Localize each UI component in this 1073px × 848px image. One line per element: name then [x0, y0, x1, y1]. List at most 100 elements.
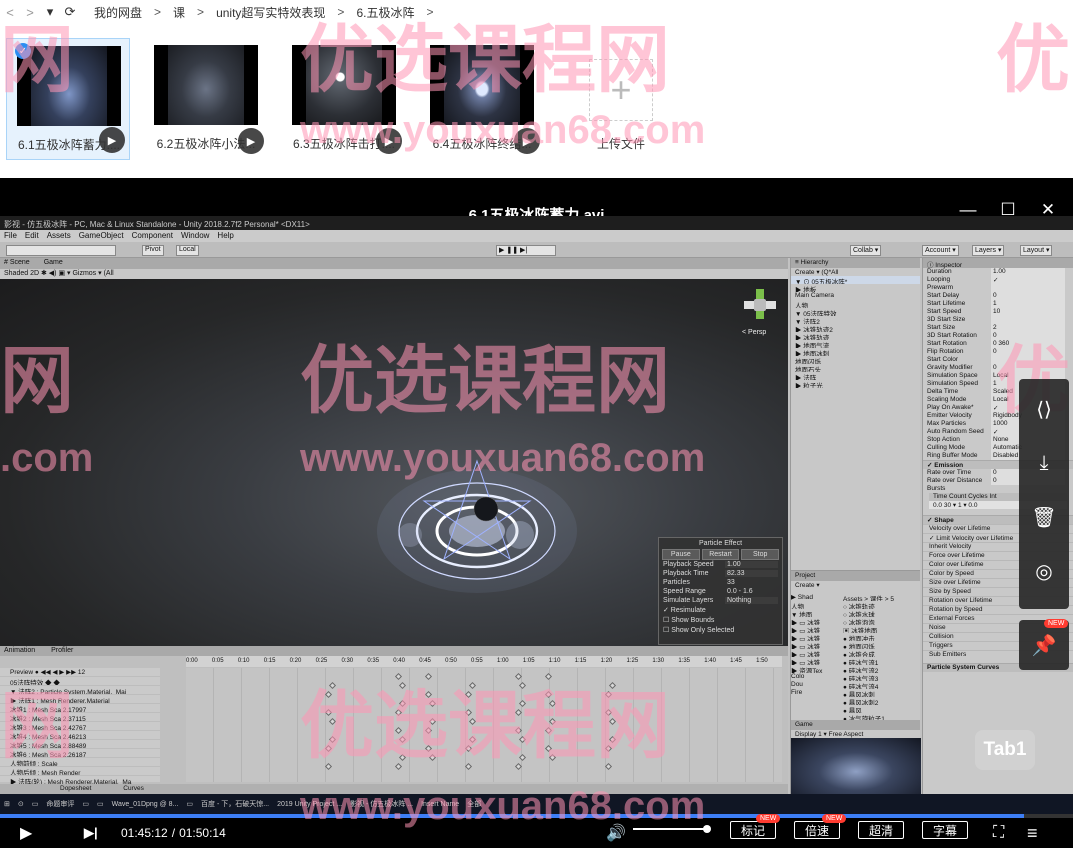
play-controls: ▶ ❚❚ ▶| — [496, 245, 556, 256]
breadcrumb-current-folder[interactable]: 6.五极冰阵 — [356, 4, 414, 21]
inspector-row: 3D Start Rotation 0 — [923, 332, 1073, 340]
playlist-icon[interactable]: ≡ — [1027, 818, 1038, 848]
inspector-row: Duration 1.00 — [923, 268, 1073, 276]
project-asset: ○ 冰锥水球 — [843, 612, 875, 617]
breadcrumb-my-drive[interactable]: 我的网盘 — [94, 4, 142, 21]
pe-key: Simulate Layers — [663, 597, 714, 604]
side-action-bar: ⟨⟩ ⤓ 🗑 ◎ — [1019, 379, 1069, 609]
pivot-toggle: Pivot — [142, 245, 164, 256]
ruler-tick-label: 0:15 — [263, 658, 276, 664]
keyframe-marker — [518, 699, 527, 708]
file-item-6-3[interactable]: ▶ 6.3五极冰阵击打.... — [282, 38, 406, 160]
keyframe-marker — [464, 690, 473, 699]
history-dropdown-icon[interactable]: ▾ — [40, 4, 60, 20]
keyframe-marker — [468, 735, 477, 744]
record-icon[interactable]: ◎ — [1019, 551, 1069, 591]
keyframe-marker — [424, 690, 433, 699]
keyframe-marker — [328, 681, 337, 690]
player-controls: ▶ ▶| 01:45:12 / 01:50:14 🔊 标记 NEW 倍速 NEW… — [0, 814, 1073, 848]
animation-property: 冰锥5 : Mesh Sca 2.88489 — [0, 740, 160, 749]
file-name: 6.2五极冰阵小法... — [156, 137, 256, 151]
delete-icon[interactable]: 🗑 — [1019, 497, 1069, 537]
keyframe-marker — [544, 726, 553, 735]
selected-check-icon[interactable]: ✓ — [15, 43, 31, 59]
subtitle-button[interactable]: 字幕 — [922, 821, 968, 839]
project-asset: ● 暴风冰刺 — [843, 692, 875, 697]
tab-scene: # Scene — [4, 259, 30, 266]
video-taskbar: ⊞ ⊙ ▭ 命题审评 ▭ ▭ Wave_01Dpng @ 8... ▭ 百度 - 下，石破天惊.… — [0, 794, 1073, 814]
scene-tabs: # Scene Game — [0, 258, 788, 269]
ice-array-effect — [370, 439, 584, 609]
file-browser: < > ▾ ⟳ 我的网盘 > 课 > unity超写实特效表现 > 6.五极冰阵… — [0, 0, 1073, 178]
file-item-6-2[interactable]: ▶ 6.2五极冰阵小法... — [144, 38, 268, 160]
scene-controls: Shaded 2D ✱ ◀) ▣ ▾ Gizmos ▾ (All — [0, 269, 788, 279]
keyframe-marker — [464, 708, 473, 717]
fullscreen-icon[interactable]: ⛶ — [993, 818, 1004, 848]
hierarchy-row: 地面闪烁 — [795, 359, 821, 364]
plus-icon: + — [610, 69, 632, 110]
tab-key-hint: Tab1 — [975, 730, 1035, 770]
speed-button[interactable]: 倍速 — [794, 821, 840, 839]
total-time: 01:50:14 — [179, 826, 226, 840]
project-folder: Colo — [791, 673, 805, 680]
ruler-tick-label: 1:30 — [652, 658, 665, 664]
keyframe-marker — [514, 762, 523, 771]
pe-key: Speed Range — [663, 588, 706, 595]
keyframe-marker — [398, 699, 407, 708]
mark-button[interactable]: 标记 — [730, 821, 776, 839]
pe-toggle: ☐ Show Only Selected — [663, 627, 735, 634]
breadcrumb-course[interactable]: 课 — [173, 4, 185, 21]
keyframe-marker — [608, 681, 617, 690]
keyframe-marker — [548, 753, 557, 762]
animation-property: 冰锥4 : Mesh Sca 2.46213 — [0, 731, 160, 740]
file-item-6-1[interactable]: ✓ ▶ 6.1五极冰阵蓄力.... — [6, 38, 130, 160]
refresh-button[interactable]: ⟳ — [60, 4, 80, 20]
play-button[interactable]: ▶ — [20, 818, 32, 848]
download-icon[interactable]: ⤓ — [1019, 443, 1069, 483]
project-folder: ▶ ▭ 冰锥 — [791, 620, 821, 625]
inspector-key: Culling Mode — [927, 444, 965, 451]
inspector-value: 0 — [991, 292, 1065, 300]
inspector-key: 3D Start Size — [927, 316, 966, 323]
tab-profiler: Profiler — [51, 647, 74, 654]
layers-dropdown: Layers ▾ — [972, 245, 1005, 256]
upload-button[interactable]: + — [589, 59, 653, 121]
inspector-value: 0 — [991, 348, 1065, 356]
project-asset: ● 碎冰气流4 — [843, 684, 879, 689]
inspector-key: Start Lifetime — [927, 300, 966, 307]
volume-knob[interactable] — [703, 825, 711, 833]
back-button[interactable]: < — [0, 5, 20, 20]
inspector-key: Rate over Time — [927, 469, 972, 476]
ruler-tick-label: 1:20 — [600, 658, 613, 664]
volume-icon[interactable]: 🔊 — [606, 818, 626, 848]
keyframe-marker — [518, 681, 527, 690]
keyframe-marker — [608, 717, 617, 726]
inspector-key: Stop Action — [927, 436, 960, 443]
video-player[interactable]: 6.1五极冰阵蓄力.avi — ☐ ✕ 影视 - 仿五极冰阵 - PC, Mac… — [0, 178, 1073, 848]
ruler-tick-label: 1:40 — [704, 658, 716, 664]
quality-button[interactable]: 超清 — [858, 821, 904, 839]
ruler-tick-label: 1:05 — [522, 658, 535, 664]
next-button[interactable]: ▶| — [84, 818, 98, 848]
taskbar-item: 影视 - 仿五极冰阵 ... — [350, 801, 414, 808]
keyframe-marker — [544, 690, 553, 699]
file-item-6-4[interactable]: ▶ 6.4五极冰阵终结... — [420, 38, 544, 160]
inspector-title: ⓘ Inspector — [923, 258, 1073, 269]
volume-slider[interactable] — [633, 825, 711, 833]
timeline-ruler: 0:00 0:05 0:10 0:15 0:20 0:25 0:30 0:35 0:40 0:45… — [186, 656, 782, 667]
ruler-tick-label: 1:25 — [626, 658, 639, 664]
particle-effect-panel: Particle Effect Pause Restart Stop Playb… — [658, 537, 783, 645]
pe-key: Particles — [663, 579, 690, 586]
breadcrumb-unity-course[interactable]: unity超写实特效表现 — [216, 4, 325, 21]
inspector-key: Play On Awake* — [927, 404, 974, 411]
taskbar-item: 百度 - 下，石破天惊... — [201, 801, 270, 808]
keyframe-marker — [468, 717, 477, 726]
video-thumbnail — [292, 45, 396, 125]
keyframe-marker — [514, 708, 523, 717]
project-asset: ● 地面闪烁 — [843, 644, 875, 649]
share-icon[interactable]: ⟨⟩ — [1019, 389, 1069, 429]
keyframe-marker — [424, 744, 433, 753]
keyframe-marker — [514, 672, 523, 681]
forward-button[interactable]: > — [20, 5, 40, 20]
menu-assets: Assets — [46, 231, 71, 240]
